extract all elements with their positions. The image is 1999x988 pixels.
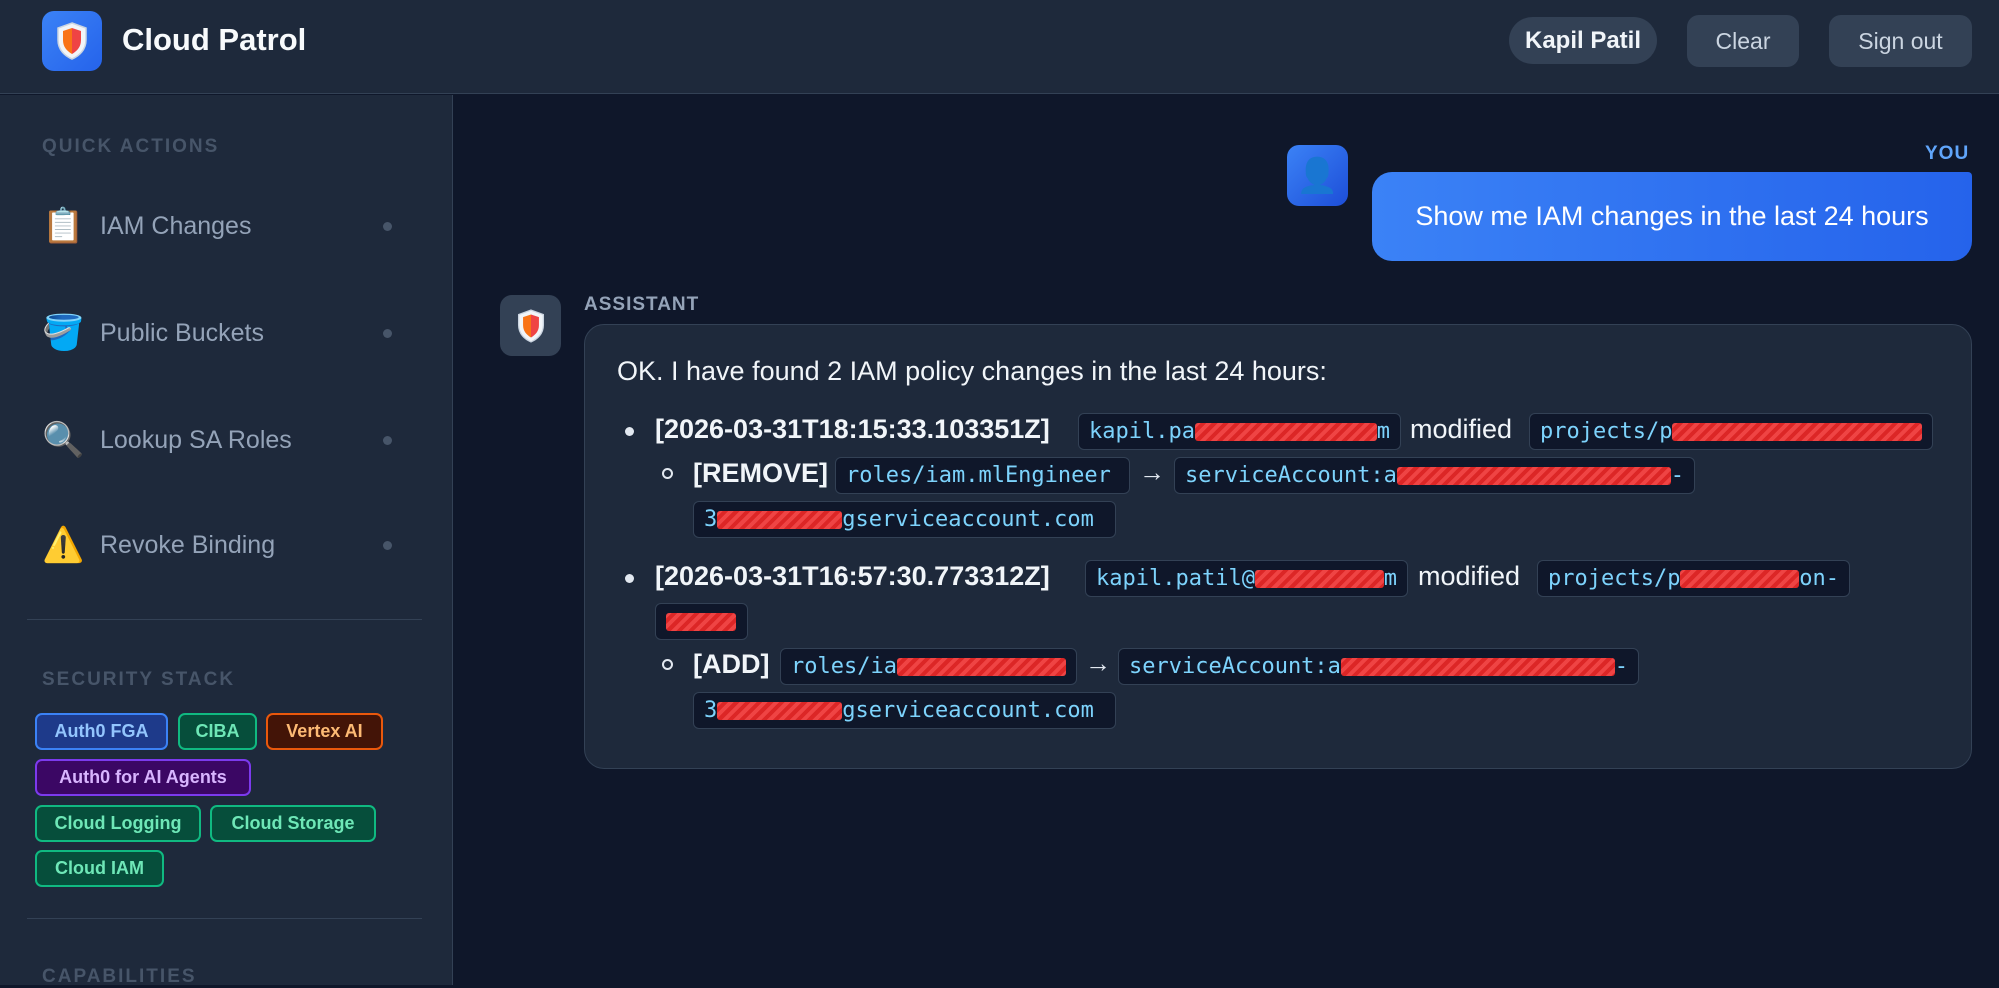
stack-tag-cloud-logging: Cloud Logging: [35, 805, 201, 842]
shield-icon: [57, 22, 87, 60]
redaction-mark: [1340, 657, 1615, 676]
change-verb: modified: [1410, 414, 1513, 444]
user-name-badge: Kapil Patil: [1509, 17, 1657, 64]
sidebar-divider: [27, 619, 422, 620]
quick-action-iam-changes[interactable]: 📋 IAM Changes: [42, 196, 402, 256]
member-line2-text: gserviceaccount.com: [842, 698, 1094, 723]
redaction-mark: [1194, 422, 1377, 441]
member-line2-text: gserviceaccount.com: [842, 507, 1094, 532]
redaction-mark: [666, 612, 736, 631]
quick-action-label: Revoke Binding: [100, 530, 276, 559]
member-tail-text: -: [1614, 654, 1628, 679]
assistant-avatar: [500, 295, 561, 356]
clear-button[interactable]: Clear: [1687, 15, 1799, 67]
actor-text: kapil.pa: [1089, 419, 1195, 444]
change-timestamp: [2026-03-31T18:15:33.103351Z]: [655, 414, 1050, 444]
role-text: roles/ia: [791, 654, 897, 679]
status-dot: [383, 436, 392, 445]
member-text: serviceAccount:a: [1129, 654, 1341, 679]
shield-icon: [517, 308, 544, 343]
quick-action-label: Lookup SA Roles: [100, 425, 292, 454]
change-role: roles/iam.mlEngineer: [835, 457, 1130, 494]
app-logo: [42, 11, 102, 71]
user-message-label: YOU: [1925, 143, 1970, 164]
member-line2-head: 3: [704, 507, 718, 532]
status-dot: [383, 222, 392, 231]
security-stack-heading: SECURITY STACK: [42, 669, 236, 690]
change-member: serviceAccount:a -: [1118, 648, 1639, 685]
status-dot: [383, 329, 392, 338]
change-actor: kapil.patil@ m: [1085, 560, 1408, 597]
member-line2-head: 3: [704, 698, 718, 723]
list-bullet: [625, 574, 634, 583]
change-project: projects/p: [1529, 413, 1933, 450]
change-member-continued: 3 gserviceaccount.com: [693, 501, 1116, 538]
sub-list-bullet: [662, 468, 673, 479]
change-verb: modified: [1418, 561, 1521, 591]
change-project: projects/p on-: [1537, 560, 1850, 597]
quick-action-label: IAM Changes: [100, 211, 252, 240]
redaction-mark: [717, 510, 843, 529]
list-bullet: [625, 427, 634, 436]
user-message-bubble: Show me IAM changes in the last 24 hours: [1372, 172, 1972, 261]
sign-out-button[interactable]: Sign out: [1829, 15, 1972, 67]
stack-tag-auth0-ai-agents: Auth0 for AI Agents: [35, 759, 251, 796]
project-text: projects/p: [1540, 419, 1673, 444]
quick-action-lookup-sa-roles[interactable]: 🔍 Lookup SA Roles: [42, 410, 402, 470]
project-tail-text: on-: [1799, 566, 1839, 591]
status-dot: [383, 541, 392, 550]
stack-tag-vertex-ai: Vertex AI: [266, 713, 383, 750]
stack-tag-cloud-storage: Cloud Storage: [210, 805, 376, 842]
change-member: serviceAccount:a -: [1174, 457, 1695, 494]
quick-actions-heading: QUICK ACTIONS: [42, 136, 220, 157]
redaction-mark: [896, 657, 1066, 676]
sidebar: QUICK ACTIONS 📋 IAM Changes 🪣 Public Buc…: [0, 95, 453, 987]
change-member-continued: 3 gserviceaccount.com: [693, 692, 1116, 729]
redaction-mark: [1680, 569, 1800, 588]
redaction-mark: [717, 701, 843, 720]
redaction-mark: [1672, 422, 1922, 441]
change-actor: kapil.pa m: [1078, 413, 1401, 450]
member-text: serviceAccount:a: [1185, 463, 1397, 488]
bucket-icon: 🪣: [42, 314, 85, 352]
actor-tail-text: m: [1376, 419, 1390, 444]
warning-icon: ⚠️: [42, 526, 85, 564]
redaction-mark: [1396, 466, 1671, 485]
magnifier-icon: 🔍: [42, 421, 85, 459]
sub-list-bullet: [662, 659, 673, 670]
stack-tag-cloud-iam: Cloud IAM: [35, 850, 164, 887]
quick-action-revoke-binding[interactable]: ⚠️ Revoke Binding: [42, 515, 402, 575]
stack-tag-ciba: CIBA: [178, 713, 257, 750]
sidebar-divider: [27, 918, 422, 919]
redaction-mark: [1254, 569, 1384, 588]
clipboard-icon: 📋: [42, 207, 85, 245]
assistant-message-label: ASSISTANT: [584, 294, 700, 315]
quick-action-public-buckets[interactable]: 🪣 Public Buckets: [42, 303, 402, 363]
change-timestamp: [2026-03-31T16:57:30.773312Z]: [655, 561, 1050, 591]
user-avatar: 👤: [1287, 145, 1348, 206]
user-silhouette-icon: 👤: [1296, 156, 1339, 195]
change-role: roles/ia: [780, 648, 1077, 685]
arrow-right-icon: →: [1085, 648, 1111, 678]
app-header: Cloud Patrol Kapil Patil Clear Sign out: [0, 0, 1999, 94]
assistant-intro-text: OK. I have found 2 IAM policy changes in…: [617, 356, 1327, 386]
stack-tag-auth0-fga: Auth0 FGA: [35, 713, 168, 750]
change-action: [REMOVE]: [693, 458, 828, 488]
change-project-continued: [655, 603, 748, 640]
actor-text: kapil.patil@: [1096, 566, 1255, 591]
change-action: [ADD]: [693, 649, 770, 679]
arrow-right-icon: →: [1139, 457, 1165, 487]
app-title: Cloud Patrol: [122, 22, 307, 57]
actor-tail-text: m: [1383, 566, 1397, 591]
member-tail-text: -: [1670, 463, 1684, 488]
project-text: projects/p: [1548, 566, 1681, 591]
quick-action-label: Public Buckets: [100, 318, 264, 347]
